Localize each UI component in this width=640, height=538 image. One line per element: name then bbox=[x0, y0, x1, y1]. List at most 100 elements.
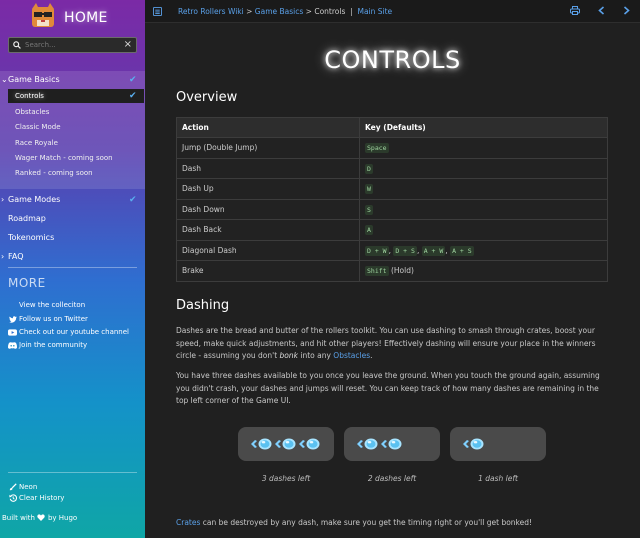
clear-search-icon[interactable]: × bbox=[124, 40, 132, 50]
key-separator: , bbox=[416, 245, 422, 255]
dash-icon bbox=[250, 438, 272, 450]
dash-caption-2: 2 dashes left bbox=[367, 474, 417, 483]
chevron-right-icon: › bbox=[1, 252, 5, 261]
link-discord[interactable]: Join the community bbox=[8, 339, 87, 351]
built-with-suffix[interactable]: by Hugo bbox=[48, 514, 77, 522]
crates-paragraph: Crates can be destroyed by any dash, mak… bbox=[176, 517, 608, 530]
sidebar: HOME × ⌄ Game Basics ✔ Controls ✔ Obstac… bbox=[0, 0, 145, 538]
nav-game-modes-label: Game Modes bbox=[8, 195, 61, 204]
table-row: Dash Up W bbox=[176, 178, 608, 200]
para1-text: Dashes are the bread and butter of the r… bbox=[176, 326, 596, 361]
nav-tokenomics-label: Tokenomics bbox=[8, 233, 55, 242]
youtube-icon bbox=[8, 328, 17, 336]
nav-item-label: Obstacles bbox=[15, 108, 50, 116]
overview-heading: Overview bbox=[176, 90, 238, 105]
table-row: Diagonal Dash D + W, D + S, A + W, A + S bbox=[176, 239, 608, 261]
clear-history-label: Clear History bbox=[19, 493, 65, 502]
key-code: D bbox=[365, 163, 373, 174]
nav-tokenomics[interactable]: Tokenomics bbox=[0, 230, 145, 245]
nav-roadmap-label: Roadmap bbox=[8, 214, 46, 223]
action-cell: Diagonal Dash bbox=[176, 239, 360, 261]
action-cell: Dash Up bbox=[176, 178, 360, 200]
nav-item-label: Ranked - coming soon bbox=[15, 169, 93, 177]
link-view-collection[interactable]: View the colleciton bbox=[8, 299, 85, 311]
para1-bonk: bonk bbox=[279, 351, 298, 361]
link-youtube[interactable]: Check out our youtube channel bbox=[8, 326, 129, 338]
dash-caption-3: 3 dashes left bbox=[261, 474, 311, 483]
nav-faq[interactable]: › FAQ bbox=[0, 249, 145, 264]
check-icon: ✔ bbox=[129, 194, 137, 205]
crumb-wiki[interactable]: Retro Rollers Wiki bbox=[178, 7, 244, 16]
action-cell: Dash Down bbox=[176, 198, 360, 220]
nav-item-label: Classic Mode bbox=[15, 123, 61, 131]
crates-text: can be destroyed by any dash, make sure … bbox=[200, 518, 532, 527]
search-box[interactable]: × bbox=[8, 37, 137, 53]
action-cell: Dash bbox=[176, 157, 360, 179]
dash-caption-1: 1 dash left bbox=[478, 474, 518, 483]
dash-card-1 bbox=[450, 427, 546, 461]
search-input[interactable] bbox=[25, 41, 124, 49]
table-header-row: Action Key (Defaults) bbox=[176, 117, 608, 138]
check-icon: ✔ bbox=[129, 91, 137, 101]
nav-item-label: Wager Match - coming soon bbox=[15, 154, 113, 162]
print-icon[interactable] bbox=[570, 6, 580, 18]
key-code: A + S bbox=[450, 245, 474, 256]
more-title: MORE bbox=[8, 276, 46, 290]
discord-icon bbox=[8, 341, 17, 349]
top-actions bbox=[570, 6, 630, 18]
nav-item-label: Controls bbox=[15, 92, 44, 100]
controls-table: Action Key (Defaults) Jump (Double Jump)… bbox=[176, 117, 608, 282]
crates-link[interactable]: Crates bbox=[176, 518, 200, 527]
menu-icon[interactable] bbox=[153, 7, 162, 16]
key-cell: D bbox=[359, 157, 608, 179]
dashing-paragraph-2: You have three dashes available to you o… bbox=[176, 371, 600, 406]
nav-game-modes[interactable]: › Game Modes ✔ bbox=[0, 192, 145, 207]
link-twitter[interactable]: Follow us on Twitter bbox=[8, 313, 88, 325]
crumb-main-site[interactable]: Main Site bbox=[357, 7, 392, 16]
top-bar: Retro Rollers Wiki > Game Basics > Contr… bbox=[145, 0, 640, 23]
search-icon bbox=[13, 41, 21, 49]
key-cell: S bbox=[359, 198, 608, 220]
logo-icon[interactable] bbox=[28, 3, 58, 31]
nav-item-race-royale[interactable]: Race Royale bbox=[8, 136, 144, 150]
nav-game-basics[interactable]: ⌄ Game Basics ✔ bbox=[0, 72, 145, 87]
dash-icon bbox=[380, 438, 402, 450]
key-cell: A bbox=[359, 219, 608, 241]
main-content: CONTROLS Overview Action Key (Defaults) … bbox=[145, 24, 640, 538]
crumb-separator: > bbox=[246, 7, 253, 16]
crumb-game-basics[interactable]: Game Basics bbox=[255, 7, 303, 16]
para1-text: into any bbox=[297, 351, 334, 361]
key-code: S bbox=[365, 204, 373, 215]
link-label: Follow us on Twitter bbox=[19, 315, 88, 323]
nav-item-classic-mode[interactable]: Classic Mode bbox=[8, 120, 144, 134]
controls-table-body: Jump (Double Jump) Space Dash D Dash Up W Dash… bbox=[176, 137, 608, 282]
table-row: Dash D bbox=[176, 157, 608, 179]
key-cell: W bbox=[359, 178, 608, 200]
nav-item-ranked[interactable]: Ranked - coming soon bbox=[8, 166, 144, 180]
chevron-right-icon[interactable] bbox=[623, 6, 630, 18]
dash-icon bbox=[462, 438, 484, 450]
obstacles-link[interactable]: Obstacles bbox=[333, 351, 370, 360]
home-title[interactable]: HOME bbox=[64, 10, 108, 26]
action-cell: Jump (Double Jump) bbox=[176, 137, 360, 159]
key-code: D + S bbox=[393, 245, 417, 256]
key-cell: D + W, D + S, A + W, A + S bbox=[359, 239, 608, 261]
built-with-prefix: Built with bbox=[2, 513, 35, 522]
nav-item-obstacles[interactable]: Obstacles bbox=[8, 105, 144, 119]
col-action: Action bbox=[176, 117, 360, 138]
theme-selector[interactable]: Neon bbox=[8, 481, 37, 492]
table-row: Dash Down S bbox=[176, 198, 608, 220]
table-row: Brake Shift (Hold) bbox=[176, 260, 608, 282]
action-cell: Brake bbox=[176, 260, 360, 282]
crumb-separator: > bbox=[305, 7, 312, 16]
nav-item-controls[interactable]: Controls ✔ bbox=[8, 89, 144, 103]
dashing-heading: Dashing bbox=[176, 298, 230, 313]
nav-item-wager-match[interactable]: Wager Match - coming soon bbox=[8, 151, 144, 165]
dash-icon bbox=[356, 438, 378, 450]
history-icon bbox=[8, 493, 17, 502]
table-row: Dash Back A bbox=[176, 219, 608, 241]
nav-item-label: Race Royale bbox=[15, 139, 58, 147]
clear-history-button[interactable]: Clear History bbox=[8, 492, 64, 503]
chevron-left-icon[interactable] bbox=[598, 6, 605, 18]
nav-roadmap[interactable]: Roadmap bbox=[0, 211, 145, 226]
